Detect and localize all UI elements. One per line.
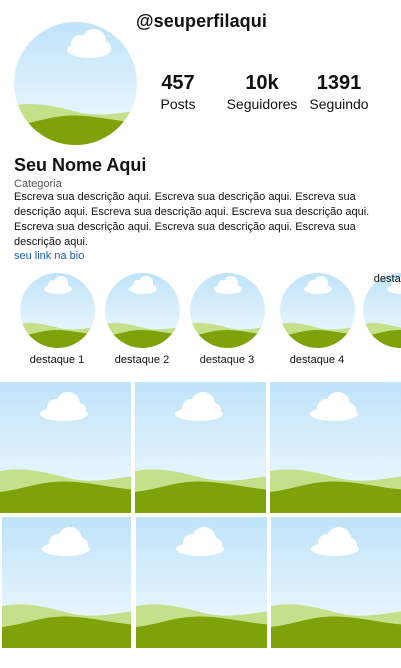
highlight-2[interactable]: destaque 2 [104,273,180,366]
post-tile[interactable] [271,517,401,648]
bio-link[interactable]: seu link na bio [14,250,84,262]
stat-followers[interactable]: 10k Seguidores [224,70,300,112]
highlight-3[interactable]: destaque 3 [189,273,265,366]
profile-description: Escreva sua descrição aqui. Escreva sua … [14,191,370,248]
highlight-4-image [279,273,355,348]
avatar[interactable] [14,22,137,145]
stat-followers-value: 10k [245,72,279,94]
post-tile[interactable] [2,517,131,648]
highlight-4-label: destaque 4 [289,354,345,366]
post-tile[interactable] [136,517,267,648]
stat-posts-label: Posts [160,96,196,112]
highlight-3-image [189,273,265,348]
profile-name: Seu Nome Aqui [14,155,147,175]
profile-category: Categoria [14,178,62,190]
stat-posts[interactable]: 457 Posts [158,70,198,112]
highlight-2-image [104,273,180,348]
highlight-3-label: destaque 3 [199,354,255,366]
highlight-5[interactable]: destaque 5 [363,273,401,360]
highlight-1-image [19,273,95,348]
stat-posts-value: 457 [161,72,195,94]
highlight-1[interactable]: destaque 1 [19,273,95,366]
highlight-2-label: destaque 2 [114,354,170,366]
post-tile[interactable] [135,382,266,513]
stat-followers-label: Seguidores [226,96,298,112]
highlight-4[interactable]: destaque 4 [279,273,355,366]
highlight-1-label: destaque 1 [29,354,85,366]
stat-following[interactable]: 1391 Seguindo [308,70,370,112]
stat-following-label: Seguindo [309,96,369,112]
post-tile[interactable] [0,382,131,513]
profile-username: @seuperfilaqui [136,11,267,31]
stat-following-value: 1391 [316,72,362,94]
highlight-5-label: destaque 5 [373,273,401,285]
post-tile[interactable] [270,382,401,513]
highlight-5-clip: destaque 5 [363,273,401,373]
